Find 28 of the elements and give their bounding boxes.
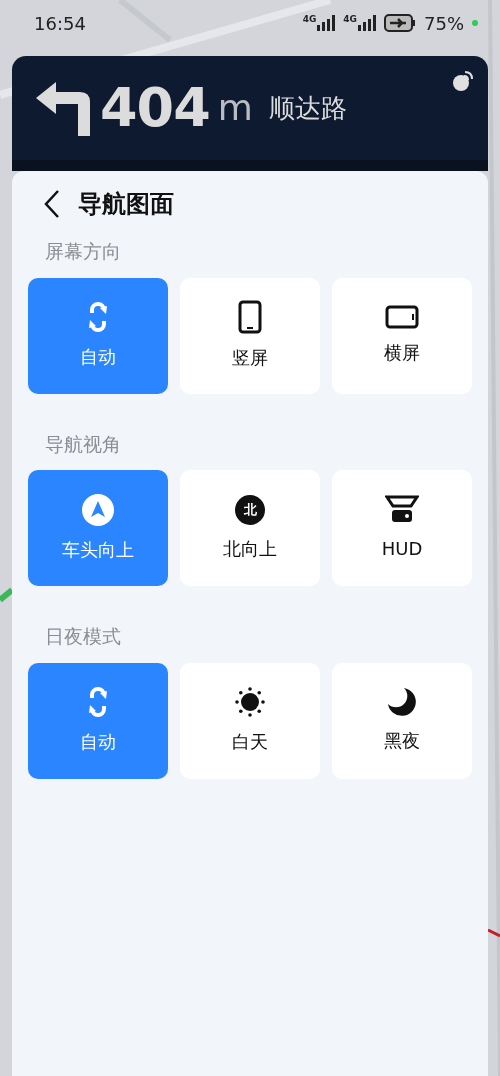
section-label: 导航视角 — [44, 431, 122, 457]
tablet-icon — [385, 305, 419, 329]
hud-icon — [385, 494, 419, 525]
option-button[interactable]: 白天 — [180, 662, 320, 779]
moon-icon — [387, 687, 417, 717]
battery-level: 75% — [424, 11, 464, 36]
satellite-signal-icon — [452, 70, 474, 92]
battery-charging-icon — [384, 14, 416, 32]
option-button[interactable]: 自动 — [28, 662, 168, 779]
option-button[interactable]: 车头向上 — [28, 470, 168, 586]
distance-unit: m — [217, 90, 253, 126]
option-button[interactable]: 自动 — [28, 277, 168, 394]
road-name: 顺达路 — [268, 91, 347, 125]
option-button[interactable]: 竖屏 — [180, 277, 320, 394]
status-time: 16:54 — [34, 11, 86, 36]
panel-title: 导航图面 — [78, 189, 174, 220]
option-button[interactable]: 北 北向上 — [180, 470, 320, 586]
status-dot-icon — [472, 20, 478, 26]
back-button[interactable] — [42, 189, 62, 219]
option-button[interactable]: 黑夜 — [332, 662, 472, 779]
option-button[interactable]: HUD — [332, 470, 472, 586]
section-label: 屏幕方向 — [44, 239, 122, 264]
section-label: 日夜模式 — [44, 624, 122, 649]
north-icon: 北 — [235, 494, 265, 525]
distance: 404 — [100, 81, 210, 135]
option-button[interactable]: 横屏 — [332, 277, 472, 394]
sun-icon — [234, 686, 266, 718]
phone-icon — [238, 300, 262, 334]
